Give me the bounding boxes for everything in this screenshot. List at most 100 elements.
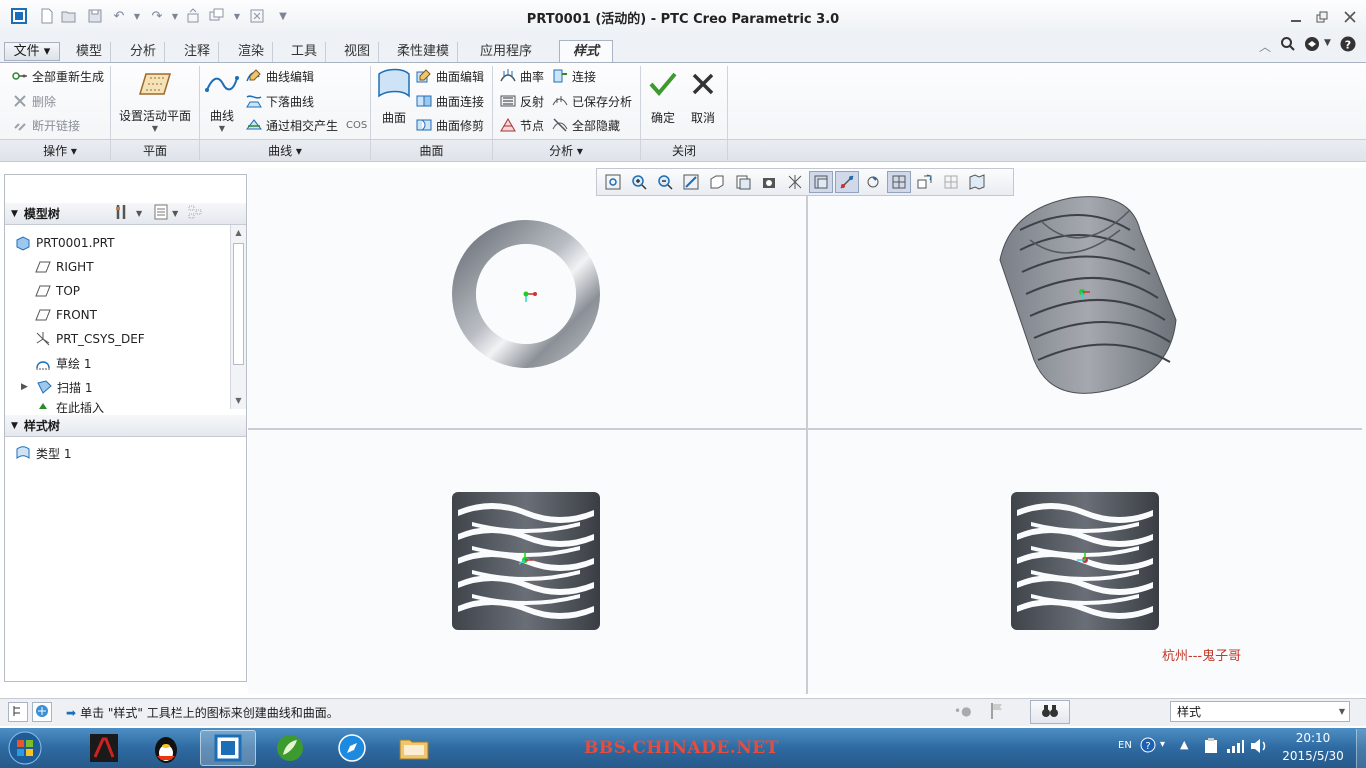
clipboard-tray-icon[interactable] bbox=[1204, 738, 1218, 757]
flag-icon[interactable] bbox=[990, 702, 1004, 723]
surface-connect-button[interactable]: 曲面连接 bbox=[416, 91, 484, 111]
tree-item-insert-here[interactable]: 在此插入 bbox=[5, 399, 246, 413]
show-desktop-button[interactable] bbox=[1356, 729, 1366, 768]
tab-tools[interactable]: 工具 bbox=[283, 42, 327, 62]
search-icon[interactable] bbox=[1280, 36, 1296, 55]
dropdown-icon[interactable]: ▼ bbox=[136, 209, 142, 218]
tray-dropdown-icon[interactable]: ▾ bbox=[1160, 739, 1165, 750]
tab-view[interactable]: 视图 bbox=[336, 42, 380, 62]
community-icon[interactable] bbox=[1304, 36, 1320, 55]
tab-model[interactable]: 模型 bbox=[68, 42, 112, 62]
scroll-down-icon[interactable]: ▼ bbox=[231, 393, 246, 409]
community-dropdown-icon[interactable]: ▼ bbox=[1324, 38, 1331, 48]
tree-item-csys[interactable]: PRT_CSYS_DEF bbox=[5, 327, 246, 351]
scroll-thumb[interactable] bbox=[233, 243, 244, 365]
isometric-view-spring[interactable] bbox=[990, 190, 1186, 403]
tree-item-sweep[interactable]: ▶ 扫描 1 bbox=[5, 375, 246, 399]
tree-item-top[interactable]: TOP bbox=[5, 279, 246, 303]
refit-icon[interactable] bbox=[601, 171, 625, 193]
collapse-icon[interactable]: ▼ bbox=[11, 209, 18, 219]
signal-tray-icon[interactable] bbox=[1226, 739, 1244, 756]
volume-tray-icon[interactable] bbox=[1250, 738, 1268, 757]
find-button[interactable] bbox=[1030, 700, 1070, 724]
named-views-icon[interactable] bbox=[705, 171, 729, 193]
tab-style[interactable]: 样式 bbox=[559, 40, 613, 64]
drop-curve-button[interactable]: 下落曲线 bbox=[246, 91, 314, 111]
node-button[interactable]: 节点 bbox=[500, 115, 544, 135]
set-active-plane-button[interactable]: 设置活动平面 ▼ bbox=[116, 70, 194, 133]
connect-button[interactable]: 连接 bbox=[552, 66, 596, 86]
annotation-display-icon[interactable] bbox=[939, 171, 963, 193]
cancel-button[interactable]: 取消 bbox=[685, 70, 721, 126]
tab-render[interactable]: 渲染 bbox=[230, 42, 274, 62]
view-manager-icon[interactable] bbox=[965, 171, 989, 193]
taskbar-app-explorer[interactable] bbox=[386, 730, 442, 766]
minimize-button[interactable] bbox=[1286, 8, 1306, 26]
show-hidden-icons[interactable]: ▲ bbox=[1180, 738, 1188, 751]
dropdown-icon[interactable]: ▼ bbox=[172, 209, 178, 218]
zoom-in-icon[interactable] bbox=[627, 171, 651, 193]
reflect-button[interactable]: 反射 bbox=[500, 91, 544, 111]
tab-analysis[interactable]: 分析 bbox=[122, 42, 166, 62]
taskbar-app-browser[interactable] bbox=[324, 730, 380, 766]
taskbar-app-creo[interactable] bbox=[200, 730, 256, 766]
appearance-icon[interactable] bbox=[757, 171, 781, 193]
toggle-browser-button[interactable] bbox=[32, 702, 52, 722]
tree-item-sketch[interactable]: 草绘 1 bbox=[5, 351, 246, 375]
viewport-divider-vertical[interactable] bbox=[806, 196, 808, 694]
display-style-icon[interactable] bbox=[731, 171, 755, 193]
tree-item-front[interactable]: FRONT bbox=[5, 303, 246, 327]
clock-date[interactable]: 2015/5/30 bbox=[1276, 749, 1350, 763]
right-view-spring[interactable] bbox=[1011, 492, 1161, 635]
csys-display-icon[interactable] bbox=[887, 171, 911, 193]
datum-planes-display-icon[interactable] bbox=[809, 171, 833, 193]
surface-edit-button[interactable]: 曲面编辑 bbox=[416, 66, 484, 86]
tree-item-right[interactable]: RIGHT bbox=[5, 255, 246, 279]
surface-trim-button[interactable]: 曲面修剪 bbox=[416, 115, 484, 135]
settings-tools-icon[interactable] bbox=[114, 203, 132, 224]
regenerate-all-button[interactable]: 全部重新生成 bbox=[12, 66, 104, 86]
language-indicator[interactable]: EN bbox=[1118, 740, 1132, 751]
expand-arrow-icon[interactable]: ▶ bbox=[21, 382, 31, 392]
curve-button[interactable]: 曲线 ▼ bbox=[204, 70, 240, 133]
saved-analysis-button[interactable]: 已保存分析 bbox=[552, 91, 632, 111]
cos-curve-button[interactable]: 通过相交产生 COS bbox=[245, 115, 367, 135]
group-label-analysis[interactable]: 分析 ▾ bbox=[493, 142, 639, 159]
scroll-up-icon[interactable]: ▲ bbox=[231, 225, 246, 241]
taskbar-app-autocad[interactable] bbox=[76, 730, 132, 766]
clock-time[interactable]: 20:10 bbox=[1276, 731, 1350, 745]
front-view-spring[interactable] bbox=[452, 492, 602, 635]
hide-all-button[interactable]: 全部隐藏 bbox=[552, 115, 620, 135]
tree-scrollbar[interactable]: ▲ ▼ bbox=[230, 225, 246, 409]
tab-flexible-modeling[interactable]: 柔性建模 bbox=[389, 42, 459, 62]
taskbar-app-qq[interactable] bbox=[138, 730, 194, 766]
perspective-icon[interactable] bbox=[783, 171, 807, 193]
group-label-curve[interactable]: 曲线 ▾ bbox=[200, 142, 370, 159]
close-button[interactable] bbox=[1340, 8, 1360, 26]
taskbar-app-feather[interactable] bbox=[262, 730, 318, 766]
spin-center-icon[interactable] bbox=[913, 171, 937, 193]
datum-points-display-icon[interactable] bbox=[861, 171, 885, 193]
toggle-navigator-button[interactable] bbox=[8, 702, 28, 722]
datum-axes-display-icon[interactable] bbox=[835, 171, 859, 193]
show-list-icon[interactable] bbox=[154, 204, 168, 223]
tab-annotate[interactable]: 注释 bbox=[176, 42, 220, 62]
help-icon[interactable]: ? bbox=[1340, 36, 1356, 55]
filter-icon[interactable] bbox=[188, 204, 206, 223]
tab-file[interactable]: 文件 ▾ bbox=[4, 42, 60, 61]
delete-button[interactable]: 删除 bbox=[12, 91, 56, 111]
repaint-icon[interactable] bbox=[679, 171, 703, 193]
viewport-divider-horizontal[interactable] bbox=[248, 428, 1362, 430]
restore-button[interactable] bbox=[1312, 8, 1332, 26]
curvature-button[interactable]: 曲率 bbox=[500, 66, 544, 86]
curve-edit-button[interactable]: 曲线编辑 bbox=[246, 66, 314, 86]
collapse-ribbon-icon[interactable]: ︿ bbox=[1259, 38, 1271, 55]
tree-item-part[interactable]: PRT0001.PRT bbox=[5, 231, 246, 255]
break-link-button[interactable]: 断开链接 bbox=[12, 115, 80, 135]
group-label-operations[interactable]: 操作 ▾ bbox=[10, 142, 110, 159]
help-tray-icon[interactable]: ? bbox=[1140, 737, 1156, 756]
surface-button[interactable]: 曲面 bbox=[376, 68, 412, 126]
ok-button[interactable]: 确定 bbox=[645, 70, 681, 126]
start-button[interactable] bbox=[4, 729, 46, 767]
selection-filter-select[interactable]: 样式 ▼ bbox=[1170, 701, 1350, 722]
